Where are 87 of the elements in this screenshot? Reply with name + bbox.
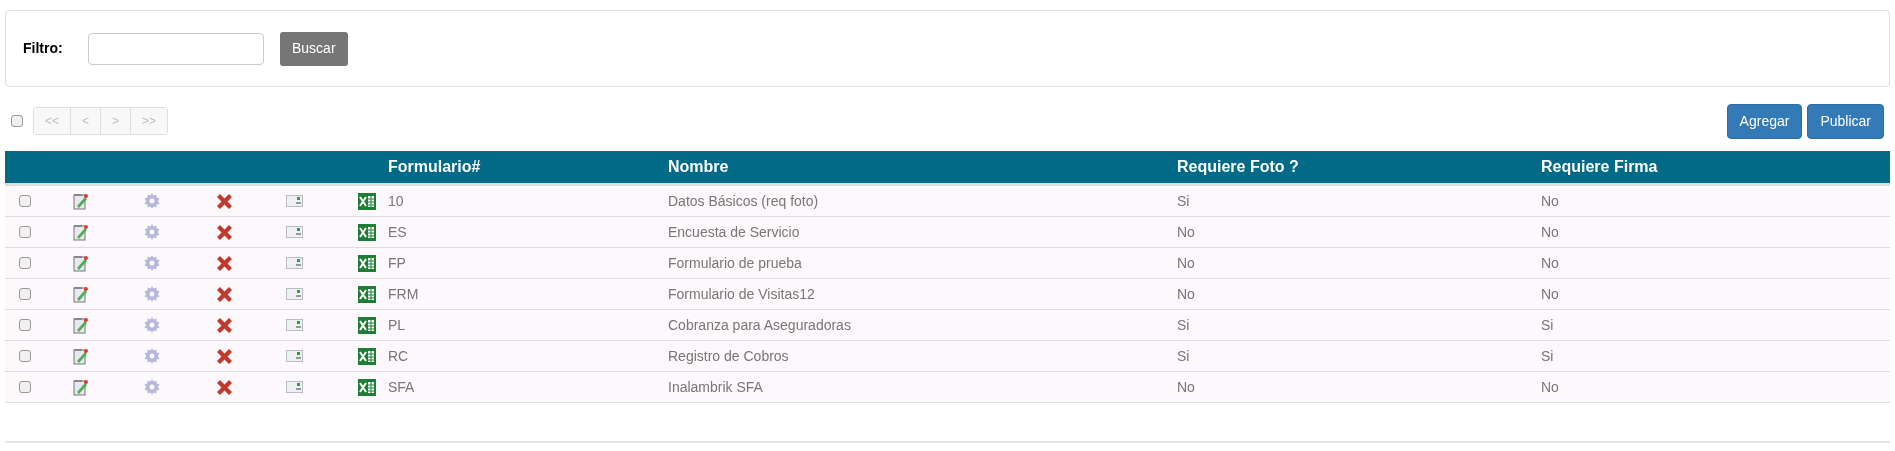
spreadsheet-icon[interactable]	[358, 192, 376, 210]
table-cell: No	[1177, 254, 1195, 271]
add-button[interactable]: Agregar	[1726, 103, 1803, 139]
row-checkbox[interactable]	[19, 257, 31, 269]
gear-icon[interactable]	[144, 224, 160, 240]
gear-icon[interactable]	[144, 286, 160, 302]
spreadsheet-icon[interactable]	[358, 223, 376, 241]
delete-icon[interactable]	[216, 193, 232, 209]
table-cell: PL	[388, 316, 406, 333]
card-icon[interactable]	[285, 319, 303, 331]
delete-icon[interactable]	[216, 286, 232, 302]
table-cell: Si	[1177, 347, 1190, 364]
table-cell: RC	[388, 347, 409, 364]
card-icon[interactable]	[285, 381, 303, 393]
row-checkbox[interactable]	[19, 288, 31, 300]
row-checkbox[interactable]	[19, 195, 31, 207]
spreadsheet-icon[interactable]	[358, 285, 376, 303]
edit-icon[interactable]	[72, 285, 88, 303]
table-cell: FRM	[388, 285, 419, 302]
card-icon[interactable]	[285, 226, 303, 238]
search-button[interactable]: Buscar	[280, 31, 348, 66]
filter-label: Filtro:	[23, 39, 64, 58]
delete-icon[interactable]	[216, 379, 232, 395]
table-row[interactable]: SFA Inalambrik SFA No No	[5, 372, 1890, 403]
publish-button[interactable]: Publicar	[1807, 103, 1884, 139]
spreadsheet-icon[interactable]	[358, 316, 376, 334]
table-cell: Inalambrik SFA	[668, 378, 763, 395]
table-cell: No	[1541, 254, 1559, 271]
table-cell: Datos Básicos (req foto)	[668, 192, 819, 209]
table-cell: Si	[1541, 347, 1554, 364]
delete-icon[interactable]	[216, 224, 232, 240]
edit-icon[interactable]	[72, 223, 88, 241]
edit-icon[interactable]	[72, 378, 88, 396]
select-all-checkbox[interactable]	[11, 115, 23, 127]
table-cell: ES	[388, 223, 407, 240]
table-row[interactable]: ES Encuesta de Servicio No No	[5, 217, 1890, 248]
table-cell: No	[1177, 223, 1195, 240]
table-cell: No	[1541, 285, 1559, 302]
table-cell: SFA	[388, 378, 415, 395]
delete-icon[interactable]	[216, 255, 232, 271]
row-checkbox[interactable]	[19, 319, 31, 331]
edit-icon[interactable]	[72, 347, 88, 365]
spreadsheet-icon[interactable]	[358, 347, 376, 365]
row-checkbox[interactable]	[19, 226, 31, 238]
table-cell: No	[1541, 192, 1559, 209]
filter-input[interactable]	[88, 32, 264, 65]
card-icon[interactable]	[285, 350, 303, 362]
column-header: Requiere Firma	[1540, 157, 1659, 177]
column-header: Requiere Foto ?	[1176, 157, 1300, 177]
table-cell: Si	[1177, 192, 1190, 209]
gear-icon[interactable]	[144, 193, 160, 209]
edit-icon[interactable]	[72, 316, 88, 334]
edit-icon[interactable]	[72, 254, 88, 272]
table-cell: FP	[388, 254, 406, 271]
delete-icon[interactable]	[216, 317, 232, 333]
table-cell: Si	[1541, 316, 1554, 333]
spreadsheet-icon[interactable]	[358, 254, 376, 272]
edit-icon[interactable]	[72, 192, 88, 210]
spreadsheet-icon[interactable]	[358, 378, 376, 396]
table-row[interactable]: PL Cobranza para Aseguradoras Si Si	[5, 310, 1890, 341]
table-cell: No	[1177, 378, 1195, 395]
table-cell: Si	[1177, 316, 1190, 333]
table-cell: No	[1541, 378, 1559, 395]
table-row[interactable]: FP Formulario de prueba No No	[5, 248, 1890, 279]
table-cell: Registro de Cobros	[668, 347, 789, 364]
table-row[interactable]: FRM Formulario de Visitas12 No No	[5, 279, 1890, 310]
table-cell: 10	[388, 192, 404, 209]
table-cell: No	[1177, 285, 1195, 302]
table-row[interactable]: 10 Datos Básicos (req foto) Si No	[5, 186, 1890, 217]
gear-icon[interactable]	[144, 255, 160, 271]
column-header: Nombre	[667, 157, 730, 177]
table-row[interactable]: RC Registro de Cobros Si Si	[5, 341, 1890, 372]
table-cell: Cobranza para Aseguradoras	[668, 316, 851, 333]
gear-icon[interactable]	[144, 379, 160, 395]
table-cell: Formulario de Visitas12	[668, 285, 815, 302]
gear-icon[interactable]	[144, 348, 160, 364]
gear-icon[interactable]	[144, 317, 160, 333]
row-checkbox[interactable]	[19, 381, 31, 393]
card-icon[interactable]	[285, 195, 303, 207]
card-icon[interactable]	[285, 288, 303, 300]
delete-icon[interactable]	[216, 348, 232, 364]
table-cell: Encuesta de Servicio	[668, 223, 800, 240]
row-checkbox[interactable]	[19, 350, 31, 362]
table-cell: Formulario de prueba	[668, 254, 802, 271]
table-cell: No	[1541, 223, 1559, 240]
card-icon[interactable]	[285, 257, 303, 269]
column-header: Formulario#	[387, 157, 482, 177]
